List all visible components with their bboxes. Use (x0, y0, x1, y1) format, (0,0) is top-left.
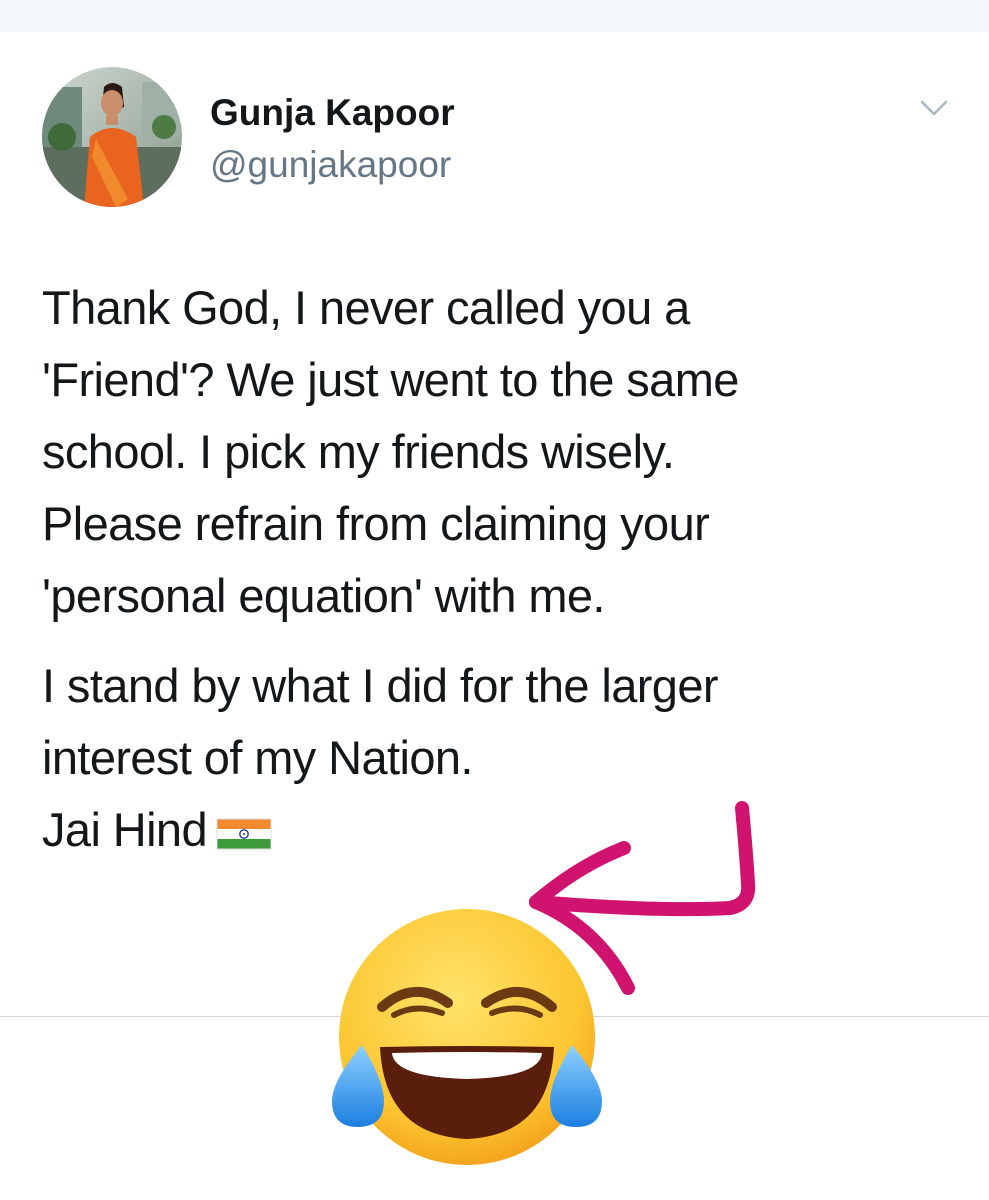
tweet-line: 'Friend'? We just went to the same (42, 353, 739, 406)
profile-avatar[interactable] (42, 67, 182, 207)
user-handle[interactable]: @gunjakapoor (210, 144, 451, 186)
tweet-line: interest of my Nation. (42, 731, 473, 784)
face-with-tears-of-joy-emoji (332, 909, 602, 1165)
chevron-down-icon[interactable] (914, 93, 954, 123)
tweet-line: 'personal equation' with me. (42, 569, 605, 622)
tweet-line: Thank God, I never called you a (42, 281, 690, 334)
tweet-line: I stand by what I did for the larger (42, 659, 719, 712)
tweet-paragraph-1: Thank God, I never called you a 'Friend'… (42, 272, 942, 632)
india-flag-emoji (216, 818, 272, 850)
display-name[interactable]: Gunja Kapoor (210, 92, 455, 134)
top-bar (0, 0, 989, 32)
tweet-text: Thank God, I never called you a 'Friend'… (42, 272, 942, 884)
tweet-line: Please refrain from claiming your (42, 497, 710, 550)
tweet-closing-line: Jai Hind (42, 794, 942, 866)
tweet-line: school. I pick my friends wisely. (42, 425, 675, 478)
tweet-paragraph-2: I stand by what I did for the larger int… (42, 650, 942, 866)
tweet-closing: Jai Hind (42, 803, 208, 856)
